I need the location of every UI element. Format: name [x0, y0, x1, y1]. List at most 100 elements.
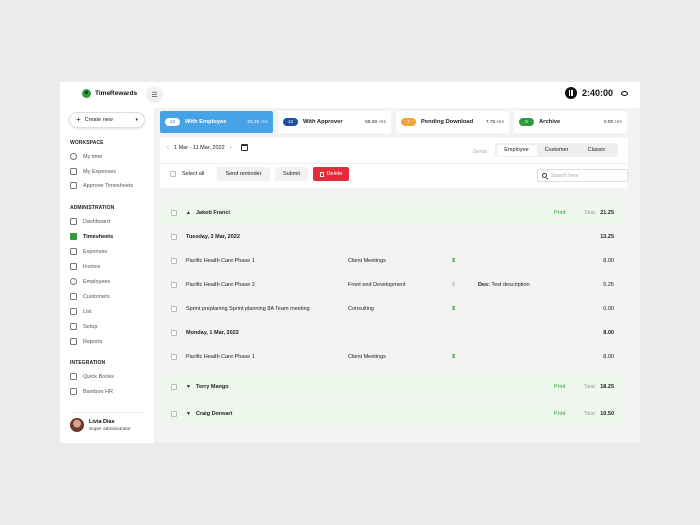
billable-icon: $: [452, 281, 456, 288]
chevron-down-icon: ▾: [135, 117, 138, 123]
pause-icon[interactable]: [564, 87, 577, 99]
group-option-classic[interactable]: Classic: [577, 145, 617, 156]
status-card-hours: 40.25: [247, 119, 260, 125]
section-title-administration: ADMINISTRATION: [70, 205, 115, 211]
row-checkbox[interactable]: [171, 305, 177, 312]
table-row[interactable]: Pacific Health Care:Phase 2 Front end De…: [160, 273, 628, 297]
billable-icon: $: [452, 305, 456, 312]
group-toggle: Employee Customer Classic: [495, 143, 618, 157]
print-link[interactable]: Print: [554, 210, 565, 216]
employee-row-jakob-franci[interactable]: ▲ Jakob Franci Print Total: 21.25: [160, 201, 628, 225]
send-reminder-button[interactable]: Send reminder: [217, 167, 270, 181]
submit-button[interactable]: Submit: [275, 167, 308, 181]
hours-unit: Hrs: [378, 119, 386, 125]
eye-icon[interactable]: [621, 90, 628, 96]
sidebar-item-expenses[interactable]: Expenses: [70, 248, 107, 255]
print-link[interactable]: Print: [554, 411, 565, 417]
logo-icon: [82, 89, 91, 98]
create-new-button[interactable]: + Create new ▾: [69, 112, 145, 128]
table-row[interactable]: Sprint preplaning Sprint planning 8A Tea…: [160, 297, 628, 321]
task-name: Pacific Health Care:Phase 1: [186, 353, 255, 360]
sidebar-item-bamboo-hr[interactable]: Bamboo HR: [70, 388, 113, 395]
entry-hours: 8.00: [603, 353, 614, 360]
sidebar-item-my-expenses[interactable]: My Expenses: [70, 168, 116, 175]
status-card-label: Archive: [539, 119, 561, 125]
table-row[interactable]: Pacific Health Care:Phase 1 Client Meeti…: [160, 249, 628, 273]
sidebar-item-customers[interactable]: Customers: [70, 293, 110, 300]
task-name: Pacific Health Care:Phase 1: [186, 257, 255, 264]
sidebar-item-label: Quick Books: [83, 373, 114, 380]
billable-icon: $: [452, 257, 456, 264]
section-title-workspace: WORKSPACE: [70, 140, 104, 146]
sidebar-item-list[interactable]: List: [70, 308, 92, 315]
day-total: 8.00: [603, 329, 614, 336]
row-checkbox[interactable]: [171, 233, 177, 240]
customers-icon: [70, 293, 77, 300]
group-label: Group: [473, 149, 487, 155]
date-range-label: 1 Mar - 11 Mar, 2022: [174, 144, 225, 151]
sidebar-item-invoice[interactable]: Invoice: [70, 263, 100, 270]
hours-unit: Hrs: [260, 119, 268, 125]
row-checkbox[interactable]: [171, 353, 177, 360]
sidebar-item-approve-timesheets[interactable]: Approve Timesheets: [70, 182, 133, 189]
status-card-with-approver[interactable]: 12 With Approver 58.00 Hrs: [278, 111, 391, 133]
section-title-integration: INTEGRATION: [70, 360, 106, 366]
sidebar-item-employees[interactable]: Employees: [70, 278, 110, 285]
task-category: Client Meetings: [348, 257, 386, 264]
hours-unit: Hrs: [614, 119, 622, 125]
sidebar-item-label: Bamboo HR: [83, 388, 113, 395]
sidebar-item-my-time[interactable]: My time: [70, 153, 102, 160]
app-name: TimeRewards: [95, 90, 138, 97]
task-category: Consulting: [348, 305, 374, 312]
delete-button[interactable]: Delete: [313, 167, 349, 181]
sidebar-item-setup[interactable]: Setup: [70, 323, 97, 330]
setup-icon: [70, 323, 77, 330]
grid-icon: [70, 233, 77, 240]
menu-toggle-icon[interactable]: ☰: [146, 86, 163, 103]
sidebar-item-dashboard[interactable]: Dashboard: [70, 218, 110, 225]
employee-row-terry-mango[interactable]: ▼ Terry Mango Print Total: 18.25: [160, 375, 628, 399]
row-checkbox[interactable]: [171, 210, 177, 216]
description-text: Test description: [491, 281, 530, 288]
print-link[interactable]: Print: [554, 384, 565, 390]
group-option-customer[interactable]: Customer: [537, 145, 577, 156]
row-checkbox[interactable]: [171, 257, 177, 264]
search-input[interactable]: Search here: [537, 169, 628, 182]
entry-hours: 0.00: [603, 305, 614, 312]
caret-down-icon[interactable]: ▼: [186, 411, 191, 417]
chevron-right-icon[interactable]: ›: [230, 145, 232, 151]
group-option-employee[interactable]: Employee: [496, 144, 537, 156]
sidebar-item-timesheets[interactable]: Timesheets: [70, 233, 113, 240]
app-logo[interactable]: TimeRewards: [82, 89, 137, 98]
select-all-checkbox[interactable]: [170, 171, 176, 177]
chevron-left-icon[interactable]: ‹: [167, 145, 169, 151]
date-label: Tuesday, 2 Mar, 2022: [186, 233, 240, 240]
toolbar: ‹ 1 Mar - 11 Mar, 2022 › Group Employee …: [160, 138, 628, 188]
caret-up-icon[interactable]: ▲: [186, 210, 191, 216]
status-cards: 12 With Employee 40.25 Hrs 12 With Appro…: [160, 111, 627, 133]
status-card-with-employee[interactable]: 12 With Employee 40.25 Hrs: [160, 111, 273, 133]
status-card-archive[interactable]: 0 Archive 0.00 Hrs: [514, 111, 627, 133]
app-window: TimeRewards + Create new ▾ WORKSPACE My …: [60, 82, 640, 443]
user-profile[interactable]: Livia Dias Super administrator: [70, 418, 131, 432]
sidebar-item-quick-books[interactable]: Quick Books: [70, 373, 114, 380]
main-content: 12 With Employee 40.25 Hrs 12 With Appro…: [154, 108, 640, 443]
row-checkbox[interactable]: [171, 281, 177, 288]
delete-label: Delete: [326, 171, 343, 177]
sidebar-item-reports[interactable]: Reports: [70, 338, 102, 345]
row-checkbox[interactable]: [171, 411, 177, 417]
select-all[interactable]: Select all: [170, 171, 204, 177]
row-checkbox[interactable]: [171, 329, 177, 336]
status-card-pending-download[interactable]: 7 Pending Download 7.75 Hrs: [396, 111, 509, 133]
invoice-icon: [70, 263, 77, 270]
caret-down-icon[interactable]: ▼: [186, 384, 191, 390]
task-name: Sprint preplaning Sprint planning 8A Tea…: [186, 305, 310, 312]
list-icon: [70, 308, 77, 315]
status-card-label: With Approver: [303, 119, 343, 125]
dashboard-icon: [70, 218, 77, 225]
employee-row-craig-dorwart[interactable]: ▼ Craig Dorwart Print Total: 10.50: [160, 402, 628, 426]
date-range-picker[interactable]: ‹ 1 Mar - 11 Mar, 2022 ›: [167, 144, 248, 151]
calendar-icon[interactable]: [240, 144, 248, 151]
table-row[interactable]: Pacific Health Care:Phase 1 Client Meeti…: [160, 345, 628, 369]
row-checkbox[interactable]: [171, 384, 177, 390]
